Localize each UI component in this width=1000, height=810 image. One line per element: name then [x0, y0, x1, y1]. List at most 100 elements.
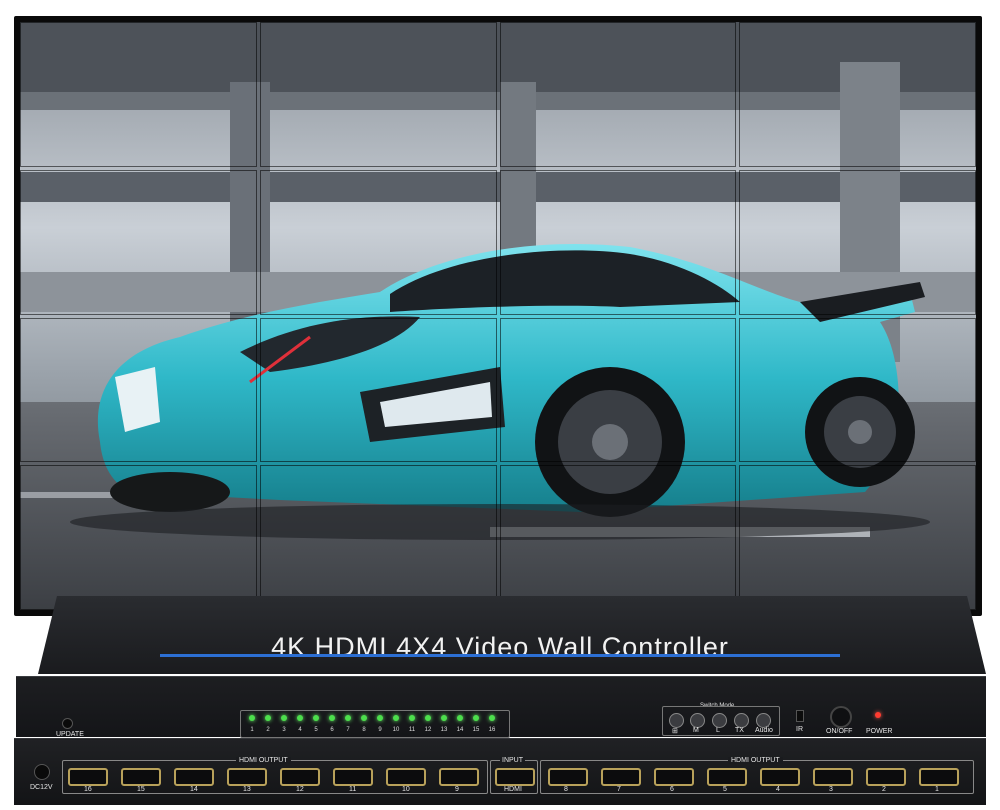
mode-button-m[interactable]	[690, 713, 705, 728]
wall-tile	[739, 465, 976, 610]
port-number: 6	[670, 786, 674, 793]
output-led	[329, 715, 335, 721]
hdmi-output-port[interactable]	[601, 768, 641, 786]
input-port-label: HDMI	[504, 786, 522, 793]
port-number: 9	[455, 786, 459, 793]
port-number: 5	[723, 786, 727, 793]
hdmi-output-label-left: HDMI OUTPUT	[236, 757, 291, 764]
video-wall-screen	[20, 22, 976, 610]
ir-label: IR	[796, 726, 803, 733]
mode-button-l[interactable]	[712, 713, 727, 728]
output-led	[393, 715, 399, 721]
hdmi-output-port[interactable]	[654, 768, 694, 786]
led-number: 14	[456, 727, 464, 733]
port-number: 10	[402, 786, 410, 793]
update-label: UPDATE	[56, 731, 84, 738]
output-led	[489, 715, 495, 721]
hdmi-output-port[interactable]	[707, 768, 747, 786]
port-number: 7	[617, 786, 621, 793]
hdmi-output-port[interactable]	[333, 768, 373, 786]
hdmi-output-port[interactable]	[68, 768, 108, 786]
wall-tile	[499, 169, 737, 315]
output-led	[281, 715, 287, 721]
led-number: 2	[266, 727, 270, 733]
output-led	[457, 715, 463, 721]
wall-tile	[499, 465, 737, 610]
video-wall	[14, 16, 982, 616]
port-number: 2	[882, 786, 886, 793]
product-title: 4K HDMI 4X4 Video Wall Controller	[271, 632, 729, 662]
led-number: 13	[440, 727, 448, 733]
hdmi-input-port[interactable]	[495, 768, 535, 786]
hdmi-output-port[interactable]	[280, 768, 320, 786]
hdmi-output-port[interactable]	[439, 768, 479, 786]
led-number: 12	[424, 727, 432, 733]
output-led	[297, 715, 303, 721]
port-number: 12	[296, 786, 304, 793]
onoff-label: ON/OFF	[826, 728, 853, 735]
hdmi-output-port[interactable]	[121, 768, 161, 786]
wall-tile	[739, 22, 976, 167]
led-number: 15	[472, 727, 480, 733]
wall-tile	[259, 465, 497, 610]
dc-label: DC12V	[30, 784, 53, 791]
power-indicator-led	[875, 712, 881, 718]
wall-tile	[259, 169, 497, 315]
mode-label-l: L	[716, 727, 720, 734]
output-led	[473, 715, 479, 721]
hdmi-output-port[interactable]	[760, 768, 800, 786]
hdmi-output-port[interactable]	[386, 768, 426, 786]
hdmi-output-label-right: HDMI OUTPUT	[728, 757, 783, 764]
wall-tile	[499, 22, 737, 167]
power-label: POWER	[866, 728, 893, 735]
update-port[interactable]	[62, 718, 73, 729]
hdmi-output-port[interactable]	[174, 768, 214, 786]
port-number: 16	[84, 786, 92, 793]
hdmi-output-port[interactable]	[919, 768, 959, 786]
output-led	[409, 715, 415, 721]
mode-label-grid-icon: ⊞	[672, 728, 678, 735]
wall-tile	[259, 317, 497, 463]
ir-sensor	[796, 710, 804, 722]
wall-tile	[499, 317, 737, 463]
output-led	[249, 715, 255, 721]
hdmi-output-port[interactable]	[866, 768, 906, 786]
wall-tile	[20, 22, 257, 167]
wall-tile	[20, 317, 257, 463]
port-number: 15	[137, 786, 145, 793]
led-number: 4	[298, 727, 302, 733]
led-number: 9	[378, 727, 382, 733]
led-number: 3	[282, 727, 286, 733]
led-number: 6	[330, 727, 334, 733]
wall-tile	[259, 22, 497, 167]
mode-button-tx[interactable]	[734, 713, 749, 728]
input-label: INPUT	[500, 757, 525, 764]
port-number: 4	[776, 786, 780, 793]
output-led	[441, 715, 447, 721]
mode-label-audio: Audio	[755, 727, 773, 734]
mode-button-grid[interactable]	[669, 713, 684, 728]
mode-button-audio[interactable]	[756, 713, 771, 728]
switch-mode-panel: ⊞ M L TX Audio	[662, 706, 780, 736]
hdmi-output-port[interactable]	[227, 768, 267, 786]
led-number: 1	[250, 727, 254, 733]
mode-label-m: M	[693, 727, 699, 734]
led-number: 16	[488, 727, 496, 733]
output-led	[377, 715, 383, 721]
output-led	[313, 715, 319, 721]
dc-power-jack[interactable]	[34, 764, 50, 780]
port-number: 1	[935, 786, 939, 793]
hdmi-output-port[interactable]	[548, 768, 588, 786]
wall-tile	[739, 317, 976, 463]
output-led	[345, 715, 351, 721]
led-number: 10	[392, 727, 400, 733]
output-led	[265, 715, 271, 721]
hdmi-output-port[interactable]	[813, 768, 853, 786]
output-led	[361, 715, 367, 721]
port-number: 11	[349, 786, 357, 793]
output-led	[425, 715, 431, 721]
wall-tile	[20, 169, 257, 315]
output-led-panel: 1 2 3 4 5 6 7 8 9 10 11 12 13 14 15 16	[240, 710, 510, 738]
power-switch[interactable]	[830, 706, 852, 728]
wall-tile	[739, 169, 976, 315]
